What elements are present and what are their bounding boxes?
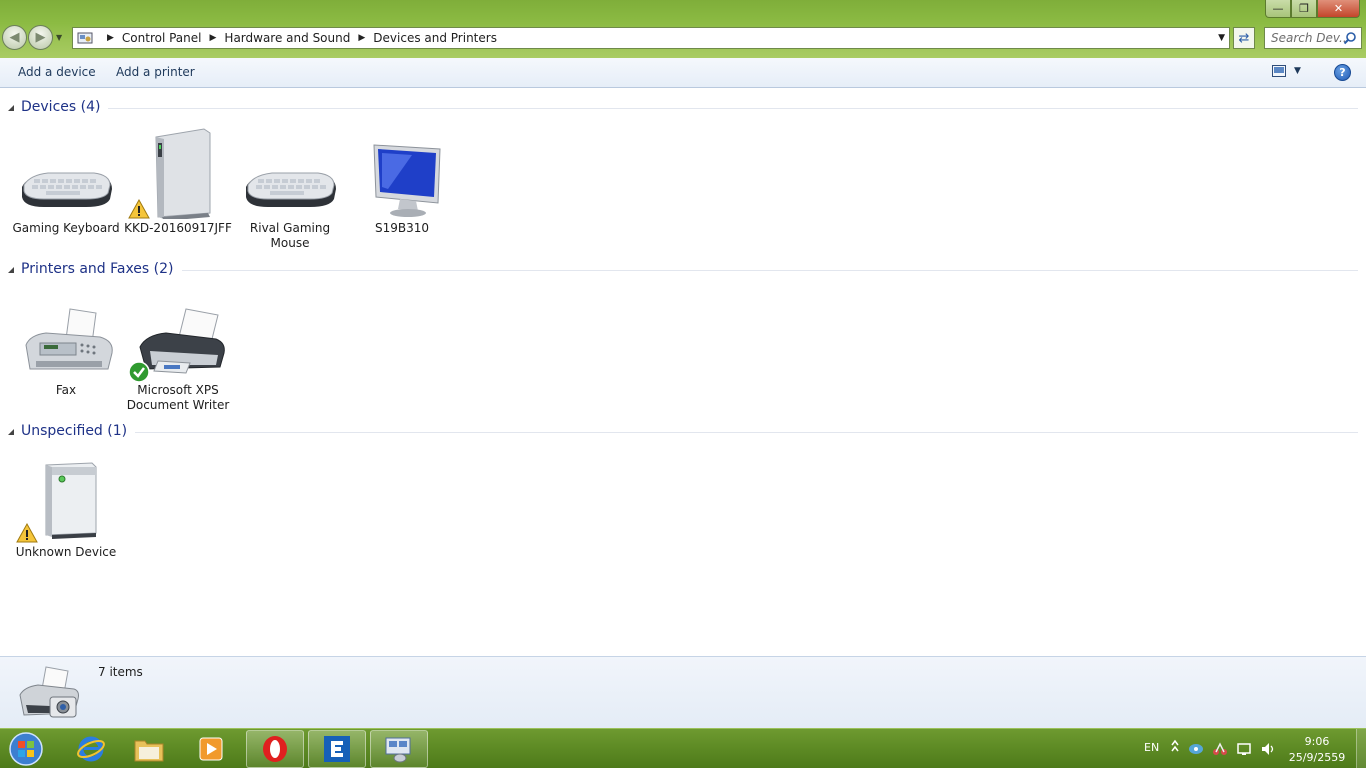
device-label: Fax (55, 383, 77, 397)
windows-logo-icon (9, 732, 43, 766)
warning-icon (16, 523, 38, 543)
default-printer-check-icon (128, 361, 150, 383)
forward-button[interactable]: ▶ (28, 25, 53, 50)
breadcrumb-separator[interactable]: ▶ (107, 33, 114, 43)
internet-explorer-icon (77, 736, 105, 762)
taskbar: EN 9:06 25/9/2559 (0, 728, 1366, 768)
navigation-buttons: ◀ ▶ ▼ (2, 25, 62, 50)
taskbar-internet-explorer[interactable] (62, 730, 120, 768)
details-pane: 7 items (0, 656, 1366, 728)
recent-pages-dropdown[interactable]: ▼ (56, 33, 62, 42)
warning-icon (128, 199, 150, 219)
device-label: Gaming Keyboard (12, 221, 120, 235)
breadcrumb-separator[interactable]: ▶ (210, 33, 217, 43)
device-tile-fax[interactable]: Fax (10, 289, 122, 398)
taskbar-e-app[interactable] (308, 730, 366, 768)
opera-icon (263, 736, 287, 762)
add-device-button[interactable]: Add a device (18, 65, 96, 79)
group-divider (108, 107, 1358, 109)
taskbar-opera[interactable] (246, 730, 304, 768)
devices-and-printers-icon (385, 737, 411, 763)
devices-content-pane: Devices (4) Gaming Keyboard KKD-20160917… (0, 89, 1366, 656)
show-hidden-icons-icon[interactable] (1170, 739, 1180, 756)
group-title: Devices (4) (21, 99, 101, 115)
forward-arrow-icon: ▶ (35, 30, 46, 45)
item-count: 7 items (98, 665, 143, 679)
change-view-button[interactable]: ▼ (1272, 65, 1301, 77)
taskbar-devices-and-printers[interactable] (370, 730, 428, 768)
minimize-button[interactable]: — (1265, 0, 1291, 18)
breadcrumb-devices-and-printers[interactable]: Devices and Printers (373, 31, 497, 45)
device-tile-gaming-keyboard[interactable]: Gaming Keyboard (10, 127, 122, 236)
devices-and-printers-icon (19, 666, 79, 718)
view-dropdown-icon[interactable]: ▼ (1294, 66, 1301, 76)
device-tile-computer[interactable]: KKD-20160917JFF (122, 127, 234, 236)
device-tile-rival-gaming-mouse[interactable]: Rival Gaming Mouse (234, 127, 346, 251)
breadcrumb-separator[interactable]: ▶ (358, 33, 365, 43)
view-icon (1272, 65, 1286, 77)
device-label: S19B310 (374, 221, 430, 235)
clock-time[interactable]: 9:06 (1292, 735, 1342, 748)
volume-icon[interactable] (1260, 741, 1276, 760)
action-center-icon[interactable] (1236, 741, 1252, 760)
monitor-icon (373, 144, 441, 217)
tray-network-app-icon[interactable] (1212, 741, 1228, 760)
device-label: Rival Gaming Mouse (249, 221, 331, 250)
input-language[interactable]: EN (1144, 741, 1159, 754)
add-printer-button[interactable]: Add a printer (116, 65, 195, 79)
group-title: Unspecified (1) (21, 423, 128, 439)
e-app-icon (324, 736, 350, 762)
start-button[interactable] (4, 730, 48, 768)
help-button[interactable]: ? (1334, 64, 1351, 81)
media-player-icon (199, 737, 223, 761)
command-bar: Add a device Add a printer ▼ ? (0, 58, 1366, 88)
group-header-unspecified[interactable]: Unspecified (1) (8, 423, 1358, 439)
clock-date[interactable]: 25/9/2559 (1284, 751, 1350, 764)
collapse-arrow-icon[interactable] (8, 429, 14, 435)
collapse-arrow-icon[interactable] (8, 267, 14, 273)
device-tile-monitor[interactable]: S19B310 (346, 127, 458, 236)
keyboard-icon (22, 172, 112, 207)
show-desktop-button[interactable] (1356, 729, 1366, 768)
address-bar[interactable]: ▶ Control Panel ▶ Hardware and Sound ▶ D… (72, 27, 1230, 49)
breadcrumb-hardware-and-sound[interactable]: Hardware and Sound (224, 31, 350, 45)
close-button[interactable]: ✕ (1317, 0, 1360, 18)
refresh-button[interactable]: ⇄ (1233, 27, 1255, 49)
group-divider (181, 269, 1358, 271)
restore-button[interactable]: ❐ (1291, 0, 1317, 18)
device-label: Unknown Device (15, 545, 117, 559)
group-header-printers-and-faxes[interactable]: Printers and Faxes (2) (8, 261, 1358, 277)
search-input[interactable] (1271, 31, 1347, 45)
title-bar: — ❐ ✕ ◀ ▶ ▼ ▶ Control Panel ▶ Hardware a… (0, 0, 1366, 58)
taskbar-windows-explorer[interactable] (120, 730, 178, 768)
device-tile-unknown-device[interactable]: Unknown Device (10, 451, 122, 560)
group-divider (135, 431, 1358, 433)
window-controls: — ❐ ✕ (1265, 0, 1360, 18)
control-panel-icon (77, 32, 93, 44)
keyboard-icon (246, 172, 336, 207)
device-label: KKD-20160917JFF (124, 221, 232, 235)
refresh-icon: ⇄ (1238, 30, 1250, 46)
back-button[interactable]: ◀ (2, 25, 27, 50)
taskbar-media-player[interactable] (182, 730, 240, 768)
search-box[interactable] (1264, 27, 1362, 49)
folder-icon (134, 740, 164, 762)
collapse-arrow-icon[interactable] (8, 105, 14, 111)
back-arrow-icon: ◀ (9, 30, 20, 45)
search-icon (1343, 32, 1356, 45)
fax-icon (25, 308, 113, 370)
device-tile-microsoft-xps-document-writer[interactable]: Microsoft XPS Document Writer (122, 289, 234, 413)
group-title: Printers and Faxes (2) (21, 261, 174, 277)
help-icon: ? (1339, 66, 1346, 79)
address-dropdown-button[interactable]: ▼ (1218, 33, 1225, 43)
device-label: Microsoft XPS Document Writer (126, 383, 230, 412)
breadcrumb-control-panel[interactable]: Control Panel (122, 31, 202, 45)
group-header-devices[interactable]: Devices (4) (8, 99, 1358, 115)
tray-app-icon[interactable] (1188, 741, 1204, 760)
